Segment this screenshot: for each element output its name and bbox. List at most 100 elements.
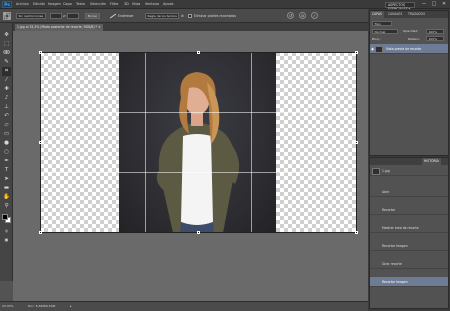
- visibility-eye-icon[interactable]: ◉: [371, 44, 374, 54]
- brush-icon[interactable]: ♪: [2, 94, 11, 103]
- layer-kind-filter[interactable]: Tipo: [372, 21, 392, 26]
- menu-ventana[interactable]: Ventana: [145, 0, 159, 9]
- screen-mode-icon[interactable]: ▣: [2, 235, 11, 244]
- swap-icon[interactable]: ⇄: [63, 13, 66, 19]
- layer-row[interactable]: ◉ Vista previa de recorte: [370, 44, 448, 54]
- history-entry[interactable]: Recortar imagen: [370, 241, 448, 251]
- document-tab-bar: 1.jpg al 33,3% (Modo posterior de recort…: [13, 23, 368, 31]
- quick-select-icon[interactable]: ✎: [2, 58, 11, 67]
- menu-ayuda[interactable]: Ayuda: [163, 0, 173, 9]
- snapshot-name: 1.jpg: [382, 169, 390, 173]
- history-entry-label: Recortar imagen: [382, 244, 408, 248]
- dodge-icon[interactable]: ○: [2, 148, 11, 157]
- history-panel-tabs: HISTORIA: [370, 158, 448, 165]
- crop-handle-top[interactable]: [197, 51, 200, 54]
- tab-close-icon[interactable]: ×: [98, 25, 101, 29]
- menu-filtro[interactable]: Filtro: [110, 0, 118, 9]
- height-field[interactable]: [67, 13, 79, 19]
- crop-tool-preset-icon[interactable]: [3, 12, 11, 20]
- history-entry-label: Girar recorte: [382, 262, 402, 266]
- canvas-area[interactable]: [13, 31, 368, 301]
- crop-handle-bottom[interactable]: [197, 231, 200, 234]
- zoom-icon[interactable]: ⚲: [2, 202, 11, 211]
- gradient-icon[interactable]: ▭: [2, 130, 11, 139]
- crop-icon[interactable]: ⌗: [2, 67, 11, 76]
- menu-3d[interactable]: 3D: [124, 0, 129, 9]
- shape-icon[interactable]: ▬: [2, 184, 11, 193]
- foreground-color-swatch[interactable]: [2, 214, 8, 220]
- crop-handle-bottom-right[interactable]: [355, 231, 358, 234]
- marquee-icon[interactable]: ⬚: [2, 40, 11, 49]
- snapshot-thumbnail: [372, 167, 380, 175]
- history-entry[interactable]: Recortar: [370, 205, 448, 215]
- overlay-select[interactable]: Regla de los tercios: [145, 13, 179, 19]
- history-snapshot[interactable]: 1.jpg: [370, 166, 448, 176]
- layer-name[interactable]: Vista previa de recorte: [386, 47, 421, 51]
- workspace-switcher[interactable]: ASPECTOS ESENCIALES ▾: [385, 1, 415, 11]
- crop-handle-bottom-left[interactable]: [39, 231, 42, 234]
- minimize-icon[interactable]: −: [420, 1, 428, 8]
- straighten-icon[interactable]: [109, 13, 117, 19]
- menu-archivo[interactable]: Archivo: [16, 0, 29, 9]
- menu-texto[interactable]: Texto: [76, 0, 85, 9]
- menu-seleccion[interactable]: Selección: [90, 0, 106, 9]
- crop-box[interactable]: [40, 52, 357, 233]
- status-bar: 33,33% Doc: 6,59M/6,59M ▸: [0, 301, 368, 311]
- tab-history[interactable]: HISTORIA: [422, 158, 441, 165]
- menu-edicion[interactable]: Edición: [33, 0, 45, 9]
- path-select-icon[interactable]: ➤: [2, 175, 11, 184]
- eraser-icon[interactable]: ▱: [2, 121, 11, 130]
- width-field[interactable]: [50, 13, 62, 19]
- layers-panel-tabs: CAPAS CANALES TRAZADOS: [370, 11, 448, 18]
- ratio-select[interactable]: Sin restricciones: [16, 13, 46, 19]
- history-entry[interactable]: Mostrar área de recorte: [370, 223, 448, 233]
- settings-gear-icon[interactable]: ⚙: [181, 13, 184, 19]
- crop-handle-top-left[interactable]: [39, 51, 42, 54]
- opacity-label: Opacidad:: [403, 29, 419, 33]
- menu-imagen[interactable]: Imagen: [48, 0, 61, 9]
- menu-capa[interactable]: Capa: [63, 0, 72, 9]
- menu-vista[interactable]: Vista: [132, 0, 140, 9]
- photoshop-logo: Ps: [2, 1, 12, 8]
- straighten-label[interactable]: Enderezar: [118, 13, 134, 19]
- history-entry[interactable]: Girar recorte: [370, 259, 448, 269]
- document-tab[interactable]: 1.jpg al 33,3% (Modo posterior de recort…: [15, 24, 103, 31]
- stamp-icon[interactable]: ⊥: [2, 103, 11, 112]
- layers-panel: CAPAS CANALES TRAZADOS Tipo Normal Opaci…: [369, 10, 449, 156]
- status-arrow-icon[interactable]: ▸: [70, 302, 72, 311]
- restore-icon[interactable]: □: [430, 1, 438, 8]
- document-info: Doc: 6,59M/6,59M: [28, 304, 56, 308]
- close-icon[interactable]: ✕: [440, 1, 448, 8]
- panel-dock: CAPAS CANALES TRAZADOS Tipo Normal Opaci…: [368, 9, 450, 311]
- quick-mask-icon[interactable]: ◎: [2, 226, 11, 235]
- blur-icon[interactable]: ●: [2, 139, 11, 148]
- history-entry-current[interactable]: Recortar imagen: [370, 277, 448, 287]
- history-entry-label: Mostrar área de recorte: [382, 226, 419, 230]
- move-icon[interactable]: ✥: [2, 31, 11, 40]
- tab-channels[interactable]: CANALES: [386, 11, 404, 18]
- fill-field[interactable]: 100%: [426, 36, 444, 41]
- hand-icon[interactable]: ✋: [2, 193, 11, 202]
- crop-handle-top-right[interactable]: [355, 51, 358, 54]
- lasso-icon[interactable]: ↂ: [2, 49, 11, 58]
- history-entry[interactable]: Abrir: [370, 187, 448, 197]
- opacity-field[interactable]: 100%: [426, 29, 444, 34]
- cancel-crop-icon[interactable]: ⊘: [299, 12, 306, 19]
- history-panel: HISTORIA 1.jpg Abrir Recortar Mostrar ár…: [369, 157, 449, 309]
- tab-layers[interactable]: CAPAS: [370, 11, 385, 18]
- commit-crop-icon[interactable]: ✓: [311, 12, 318, 19]
- delete-cropped-checkbox[interactable]: [188, 14, 192, 18]
- blend-mode-select[interactable]: Normal: [372, 29, 398, 34]
- reset-icon[interactable]: ↺: [287, 12, 294, 19]
- heal-icon[interactable]: ✚: [2, 85, 11, 94]
- clear-button[interactable]: Borrar: [85, 13, 100, 19]
- history-brush-icon[interactable]: ↶: [2, 112, 11, 121]
- type-icon[interactable]: T: [2, 166, 11, 175]
- pen-icon[interactable]: ✒: [2, 157, 11, 166]
- zoom-level[interactable]: 33,33%: [2, 302, 13, 311]
- crop-handle-right[interactable]: [355, 141, 358, 144]
- crop-handle-left[interactable]: [39, 141, 42, 144]
- document-tab-title: 1.jpg al 33,3% (Modo posterior de recort…: [17, 25, 98, 29]
- eyedropper-icon[interactable]: ⁄: [2, 76, 11, 85]
- tab-paths[interactable]: TRAZADOS: [406, 11, 427, 18]
